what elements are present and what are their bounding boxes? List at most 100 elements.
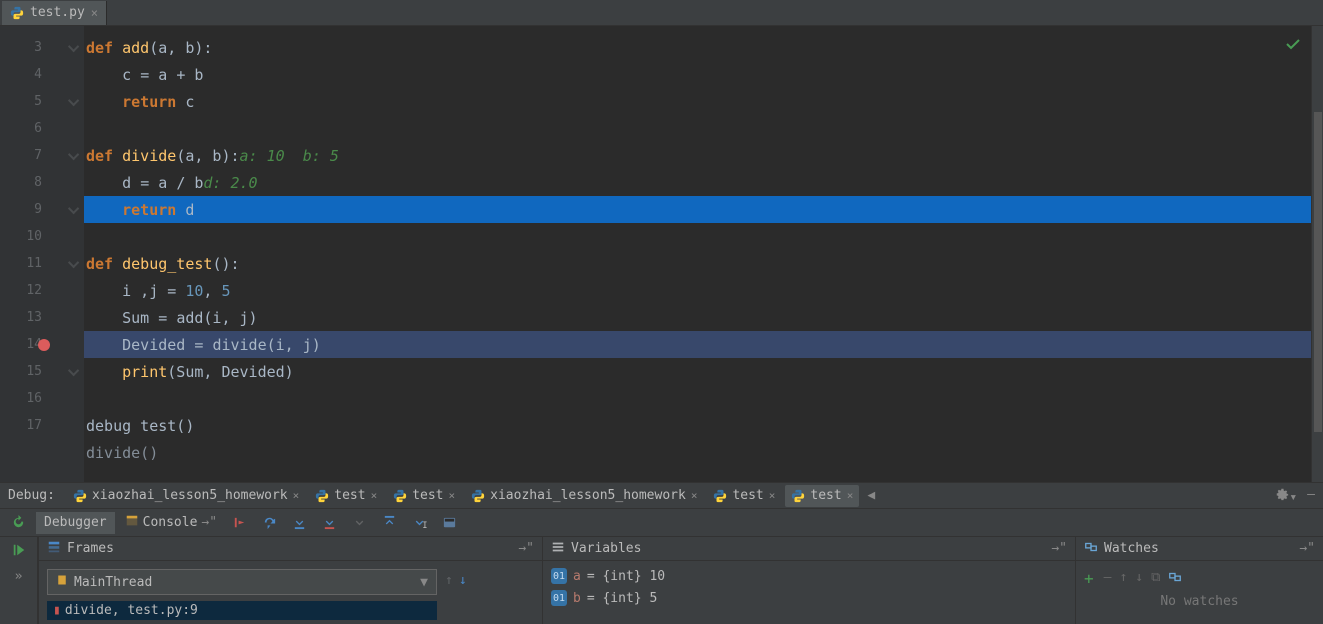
- svg-text:I: I: [422, 520, 427, 530]
- code-line[interactable]: i ,j = 10, 5: [84, 277, 1311, 304]
- run-config-tab[interactable]: test×: [707, 485, 781, 507]
- close-icon[interactable]: ×: [449, 489, 456, 502]
- inspection-ok-icon[interactable]: [1285, 36, 1301, 56]
- gutter-line[interactable]: 4: [0, 61, 66, 88]
- fold-cell: [66, 385, 84, 412]
- gutter-line[interactable]: 6: [0, 115, 66, 142]
- gutter-line[interactable]: 10: [0, 223, 66, 250]
- gutter-line[interactable]: 14: [0, 331, 66, 358]
- gutter-line[interactable]: 8: [0, 169, 66, 196]
- gutter-line[interactable]: 15: [0, 358, 66, 385]
- code-line[interactable]: return c: [84, 88, 1311, 115]
- frame-down-icon[interactable]: ↓: [459, 573, 467, 588]
- run-config-tab[interactable]: xiaozhai_lesson5_homework×: [465, 485, 703, 507]
- gutter-line[interactable]: 7: [0, 142, 66, 169]
- scroll-left-icon[interactable]: ◀: [867, 488, 875, 503]
- fold-cell: [66, 412, 84, 439]
- editor-scrollbar[interactable]: [1311, 26, 1323, 482]
- code-area[interactable]: def add(a, b): c = a + b return c def div…: [84, 26, 1311, 482]
- restore-layout-icon[interactable]: →": [518, 541, 534, 556]
- run-config-label: xiaozhai_lesson5_homework: [92, 488, 288, 503]
- evaluate-expression-icon[interactable]: [437, 511, 461, 535]
- console-icon: [125, 514, 139, 532]
- code-line[interactable]: debug test(): [84, 412, 1311, 439]
- gutter-line[interactable]: 9: [0, 196, 66, 223]
- run-config-tab[interactable]: xiaozhai_lesson5_homework ×: [67, 485, 305, 507]
- stack-frame[interactable]: ▮ divide, test.py:9: [47, 601, 437, 620]
- close-icon[interactable]: ×: [371, 489, 378, 502]
- frame-up-icon[interactable]: ↑: [445, 573, 453, 588]
- gutter-line[interactable]: 11: [0, 250, 66, 277]
- force-step-into-icon[interactable]: [347, 511, 371, 535]
- debugger-tab[interactable]: Debugger: [36, 512, 115, 534]
- code-line[interactable]: def divide(a, b): a: 10 b: 5: [84, 142, 1311, 169]
- watches-icon: [1084, 540, 1098, 558]
- console-tab[interactable]: Console →": [117, 512, 225, 534]
- code-line[interactable]: return d: [84, 196, 1311, 223]
- code-line[interactable]: [84, 115, 1311, 142]
- step-into-my-code-icon[interactable]: [317, 511, 341, 535]
- scrollbar-thumb[interactable]: [1314, 112, 1322, 432]
- fold-cell: [66, 304, 84, 331]
- show-execution-point-icon[interactable]: [227, 511, 251, 535]
- code-line[interactable]: Sum = add(i, j): [84, 304, 1311, 331]
- step-over-icon[interactable]: [257, 511, 281, 535]
- gutter-line[interactable]: 3: [0, 34, 66, 61]
- code-line[interactable]: print(Sum, Devided): [84, 358, 1311, 385]
- fold-column[interactable]: [66, 26, 84, 482]
- restore-layout-icon[interactable]: →": [1299, 541, 1315, 556]
- gutter-line[interactable]: 13: [0, 304, 66, 331]
- editor-tab[interactable]: test.py ×: [2, 1, 107, 25]
- code-line[interactable]: d = a / b d: 2.0: [84, 169, 1311, 196]
- remove-watch-icon[interactable]: —: [1104, 570, 1112, 588]
- run-config-tab[interactable]: test×: [785, 485, 859, 507]
- close-icon[interactable]: ×: [769, 489, 776, 502]
- code-line[interactable]: c = a + b: [84, 61, 1311, 88]
- fold-cell[interactable]: [66, 358, 84, 385]
- resume-icon[interactable]: [12, 543, 26, 561]
- add-watch-icon[interactable]: +: [1084, 569, 1094, 588]
- fold-cell[interactable]: [66, 34, 84, 61]
- run-config-label: test: [412, 488, 443, 503]
- more-icon[interactable]: »: [15, 569, 23, 584]
- restore-layout-icon[interactable]: →": [1051, 541, 1067, 556]
- rerun-icon[interactable]: [6, 511, 30, 535]
- var-name: a: [573, 569, 581, 584]
- fold-cell[interactable]: [66, 142, 84, 169]
- copy-watch-icon[interactable]: ⧉: [1151, 570, 1160, 588]
- gutter[interactable]: 34567891011121314151617: [0, 26, 66, 482]
- close-icon[interactable]: ×: [91, 6, 98, 20]
- run-to-cursor-icon[interactable]: I: [407, 511, 431, 535]
- fold-cell[interactable]: [66, 88, 84, 115]
- step-out-icon[interactable]: [377, 511, 401, 535]
- gutter-line[interactable]: 12: [0, 277, 66, 304]
- code-line[interactable]: def debug_test():: [84, 250, 1311, 277]
- watch-down-icon[interactable]: ↓: [1135, 570, 1143, 588]
- code-line[interactable]: Devided = divide(i, j): [84, 331, 1311, 358]
- variables-icon: [551, 540, 565, 558]
- code-line[interactable]: [84, 223, 1311, 250]
- gutter-line[interactable]: 16: [0, 385, 66, 412]
- step-into-icon[interactable]: [287, 511, 311, 535]
- fold-cell[interactable]: [66, 196, 84, 223]
- watch-up-icon[interactable]: ↑: [1119, 570, 1127, 588]
- debug-run-tabs: Debug: xiaozhai_lesson5_homework×test×te…: [0, 482, 1323, 509]
- code-line[interactable]: def add(a, b):: [84, 34, 1311, 61]
- close-icon[interactable]: ×: [691, 489, 698, 502]
- variable-row[interactable]: 01a = {int} 10: [551, 565, 1067, 587]
- fold-cell: [66, 331, 84, 358]
- run-config-tab[interactable]: test ×: [387, 485, 461, 507]
- watches-view-icon[interactable]: [1168, 570, 1182, 588]
- run-config-tab[interactable]: test×: [309, 485, 383, 507]
- fold-cell[interactable]: [66, 250, 84, 277]
- minimize-icon[interactable]: —: [1307, 487, 1315, 505]
- gutter-line[interactable]: 17: [0, 412, 66, 439]
- code-line[interactable]: [84, 385, 1311, 412]
- gear-icon[interactable]: ▾: [1275, 487, 1297, 505]
- gutter-line[interactable]: 5: [0, 88, 66, 115]
- close-icon[interactable]: ×: [847, 489, 854, 502]
- variable-row[interactable]: 01b = {int} 5: [551, 587, 1067, 609]
- python-file-icon: [315, 489, 329, 503]
- thread-select[interactable]: MainThread ▼: [47, 569, 437, 595]
- close-icon[interactable]: ×: [293, 489, 300, 502]
